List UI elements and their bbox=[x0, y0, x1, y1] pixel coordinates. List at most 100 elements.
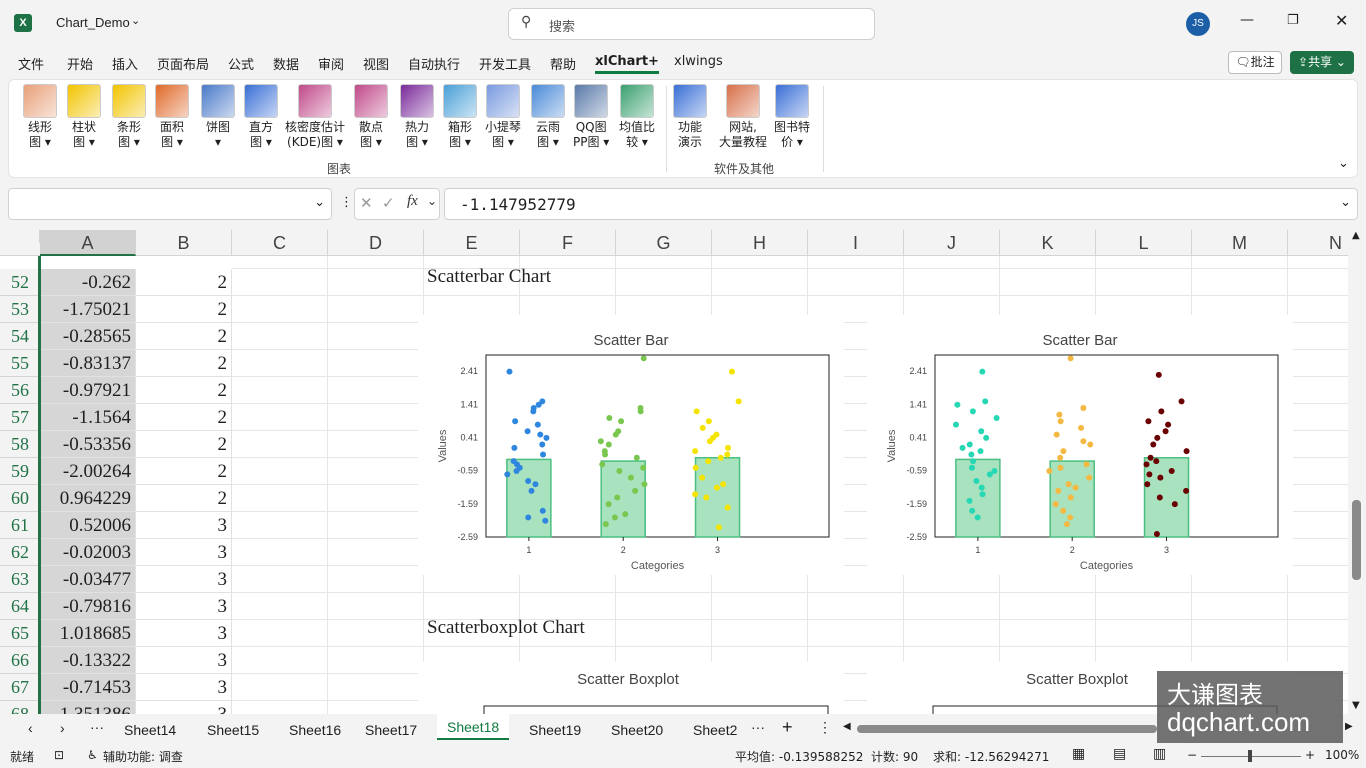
normal-view-icon[interactable]: ▦ bbox=[1072, 746, 1085, 762]
row-header[interactable]: 53 bbox=[0, 296, 40, 323]
ribbon-button-kde-chart[interactable]: 核密度估计 (KDE)图 ▾ bbox=[285, 84, 345, 150]
chevron-down-icon[interactable]: ⌄ bbox=[314, 195, 325, 210]
row-header[interactable]: 56 bbox=[0, 377, 40, 404]
macro-record-icon[interactable]: ⊡ bbox=[54, 748, 64, 762]
chevron-down-icon[interactable]: ⌄ bbox=[1340, 195, 1351, 210]
row-header[interactable]: 57 bbox=[0, 404, 40, 431]
ribbon-button-pie-chart[interactable]: 饼图 ▾ bbox=[201, 84, 235, 150]
ribbon-button-scatter-chart[interactable]: 散点图 ▾ bbox=[354, 84, 388, 150]
scroll-down-icon[interactable]: ▼ bbox=[1352, 700, 1360, 711]
minimize-icon[interactable]: — bbox=[1240, 12, 1254, 28]
menu-formulas[interactable]: 公式 bbox=[228, 54, 254, 73]
cell-a[interactable]: -0.53356 bbox=[40, 431, 136, 458]
ribbon-button-demo[interactable]: 功能 演示 bbox=[673, 84, 707, 150]
cell-b[interactable]: 2 bbox=[136, 323, 232, 350]
scroll-right-icon[interactable]: ▶ bbox=[1345, 721, 1353, 732]
restore-icon[interactable]: ❐ bbox=[1287, 13, 1299, 28]
ribbon-button-mean-compare[interactable]: 均值比较 ▾ bbox=[619, 84, 655, 150]
worksheet-grid[interactable]: ABCDEFGHIJKLMN 52 -0.262 2 53 -1.75021 2 54 -0.… bbox=[0, 230, 1366, 714]
status-sum[interactable]: 求和: -12.56294271 bbox=[933, 748, 1049, 765]
ribbon-button-area-chart[interactable]: 面积图 ▾ bbox=[155, 84, 189, 150]
menu-developer[interactable]: 开发工具 bbox=[479, 54, 531, 73]
cell-b[interactable]: 2 bbox=[136, 458, 232, 485]
next-sheet-icon[interactable]: › bbox=[60, 720, 65, 736]
close-icon[interactable]: ✕ bbox=[1335, 11, 1348, 30]
scroll-up-icon[interactable]: ▲ bbox=[1352, 230, 1360, 241]
scroll-thumb[interactable] bbox=[1352, 500, 1361, 580]
menu-xlchart[interactable]: xlChart+ bbox=[595, 54, 659, 74]
row-header[interactable]: 60 bbox=[0, 485, 40, 512]
status-count[interactable]: 计数: 90 bbox=[871, 748, 918, 765]
column-header-G[interactable]: G bbox=[616, 230, 712, 256]
menu-page-layout[interactable]: 页面布局 bbox=[157, 54, 209, 73]
sheet-tab[interactable]: Sheet16 bbox=[279, 719, 351, 741]
cell-a[interactable]: -2.00264 bbox=[40, 458, 136, 485]
row-header[interactable]: 67 bbox=[0, 674, 40, 701]
ribbon-button-raincloud-chart[interactable]: 云雨图 ▾ bbox=[531, 84, 565, 150]
zoom-slider[interactable] bbox=[1201, 750, 1301, 762]
more-sheets-icon[interactable]: ··· bbox=[751, 719, 765, 735]
row-header-partial[interactable] bbox=[0, 243, 40, 256]
scroll-left-icon[interactable]: ◀ bbox=[843, 721, 851, 732]
row-header[interactable]: 54 bbox=[0, 323, 40, 350]
zoom-slider-thumb[interactable] bbox=[1248, 750, 1252, 762]
options-icon[interactable]: ⋮ bbox=[818, 719, 832, 736]
ribbon-button-website-tutorial[interactable]: 网站, 大量教程 bbox=[719, 84, 767, 150]
ribbon-button-boxplot[interactable]: 箱形图 ▾ bbox=[443, 84, 477, 150]
chevron-down-icon[interactable]: ⌄ bbox=[427, 194, 437, 208]
ribbon-button-histogram[interactable]: 直方图 ▾ bbox=[244, 84, 278, 150]
row-header[interactable]: 62 bbox=[0, 539, 40, 566]
ribbon-button-line-chart[interactable]: 线形图 ▾ bbox=[23, 84, 57, 150]
more-sheets-icon[interactable]: ··· bbox=[90, 719, 104, 735]
ribbon-button-column-chart[interactable]: 柱状图 ▾ bbox=[67, 84, 101, 150]
document-name[interactable]: Chart_Demo bbox=[56, 15, 130, 30]
column-header-A[interactable]: A bbox=[40, 230, 136, 256]
menu-insert[interactable]: 插入 bbox=[112, 54, 138, 73]
column-header-B[interactable]: B bbox=[136, 230, 232, 256]
cell-a[interactable]: -0.97921 bbox=[40, 377, 136, 404]
row-header[interactable]: 66 bbox=[0, 647, 40, 674]
cell-b[interactable]: 3 bbox=[136, 566, 232, 593]
cell-a[interactable]: 1.351386 bbox=[40, 701, 136, 714]
sheet-tab[interactable]: Sheet18 bbox=[437, 714, 510, 740]
row-header[interactable]: 55 bbox=[0, 350, 40, 377]
cell-a[interactable]: -0.28565 bbox=[40, 323, 136, 350]
cell-b[interactable]: 2 bbox=[136, 269, 232, 296]
prev-sheet-icon[interactable]: ‹ bbox=[28, 720, 33, 736]
zoom-level[interactable]: 100% bbox=[1325, 748, 1359, 762]
column-header-J[interactable]: J bbox=[904, 230, 1000, 256]
cell-b[interactable]: 2 bbox=[136, 350, 232, 377]
share-button[interactable]: ⇪共享 ⌄ bbox=[1290, 51, 1354, 74]
column-header-H[interactable]: H bbox=[712, 230, 808, 256]
row-header[interactable]: 52 bbox=[0, 269, 40, 296]
menu-help[interactable]: 帮助 bbox=[550, 54, 576, 73]
sheet-tab[interactable]: Sheet2 bbox=[683, 719, 747, 741]
add-sheet-icon[interactable]: + bbox=[782, 717, 793, 738]
sheet-tab[interactable]: Sheet14 bbox=[114, 719, 186, 741]
cell-a[interactable]: 0.964229 bbox=[40, 485, 136, 512]
vertical-scrollbar[interactable]: ▲ ▼ bbox=[1348, 230, 1366, 714]
column-header-F[interactable]: F bbox=[520, 230, 616, 256]
sheet-tab[interactable]: Sheet20 bbox=[601, 719, 673, 741]
collapse-ribbon-icon[interactable]: ⌄ bbox=[1338, 156, 1349, 171]
accessibility-status[interactable]: 辅助功能: 调查 bbox=[103, 748, 183, 765]
cell-b[interactable]: 3 bbox=[136, 701, 232, 714]
scatter-bar-chart-2[interactable]: Scatter Bar 2.41 1.41 0.41 -0.59 -1.59 -2.59 1 2… bbox=[867, 315, 1293, 575]
column-header-K[interactable]: K bbox=[1000, 230, 1096, 256]
ribbon-button-book-offer[interactable]: 图书特价 ▾ bbox=[774, 84, 810, 150]
status-average[interactable]: 平均值: -0.139588252 bbox=[735, 748, 863, 765]
sheet-tab[interactable]: Sheet19 bbox=[519, 719, 591, 741]
cell-b[interactable]: 3 bbox=[136, 593, 232, 620]
column-header-I[interactable]: I bbox=[808, 230, 904, 256]
row-header[interactable]: 58 bbox=[0, 431, 40, 458]
name-box[interactable]: ⌄ bbox=[8, 188, 332, 220]
page-layout-view-icon[interactable]: ▤ bbox=[1113, 746, 1126, 762]
avatar[interactable]: JS bbox=[1186, 12, 1210, 36]
cell-a[interactable]: -1.75021 bbox=[40, 296, 136, 323]
cell-b[interactable]: 2 bbox=[136, 296, 232, 323]
ribbon-button-bar-chart[interactable]: 条形图 ▾ bbox=[112, 84, 146, 150]
ribbon-button-violin-chart[interactable]: 小提琴图 ▾ bbox=[485, 84, 521, 150]
cell-a[interactable]: 1.018685 bbox=[40, 620, 136, 647]
row-header[interactable]: 61 bbox=[0, 512, 40, 539]
zoom-out-icon[interactable]: − bbox=[1187, 748, 1197, 762]
